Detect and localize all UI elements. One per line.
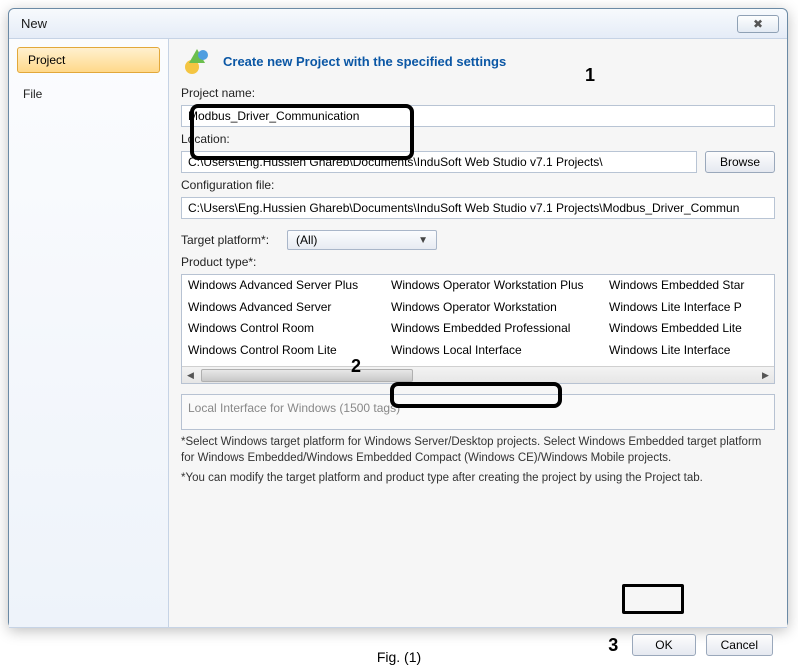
product-type-item[interactable]: Windows Embedded Professional [391,321,601,342]
sidebar-item-label: Project [28,53,65,67]
target-platform-label: Target platform*: [181,233,269,247]
location-input[interactable] [181,151,697,173]
window-title: New [21,16,47,31]
description-text: Local Interface for Windows (1500 tags) [188,401,400,415]
product-description: Local Interface for Windows (1500 tags) [181,394,775,430]
close-button[interactable]: ✖ [737,15,779,33]
browse-button[interactable]: Browse [705,151,775,173]
note-text-1: *Select Windows target platform for Wind… [181,435,775,466]
product-type-item[interactable]: Windows Embedded Lite [609,321,768,342]
product-type-label: Product type*: [181,255,775,269]
scroll-left-icon[interactable]: ◀ [182,368,199,383]
scroll-track[interactable] [199,368,757,383]
dialog-heading: Create new Project with the specified se… [181,45,775,77]
target-platform-value: (All) [296,233,317,247]
project-icon [181,45,213,77]
sidebar-item-label: File [23,87,42,101]
config-file-input[interactable] [181,197,775,219]
product-type-list: Windows Advanced Server Plus Windows Ope… [181,274,775,384]
product-type-item[interactable]: Windows Advanced Server [188,300,383,321]
titlebar: New ✖ [9,9,787,39]
product-type-item[interactable]: Windows Lite Interface P [609,300,768,321]
chevron-down-icon: ▼ [418,235,428,246]
new-project-dialog: New ✖ Project File Create new Project wi… [8,8,788,628]
sidebar-item-project[interactable]: Project [17,47,160,73]
product-type-item[interactable]: Windows Local Interface [391,343,601,364]
annotation-2: 2 [351,356,361,377]
product-type-item[interactable]: Windows Lite Interface [609,343,768,364]
project-name-input[interactable] [181,105,775,127]
product-type-item[interactable]: Windows Embedded Star [609,278,768,299]
project-name-label: Project name: [181,86,775,100]
sidebar-item-file[interactable]: File [17,83,160,105]
content-area: Create new Project with the specified se… [169,39,787,627]
note-text-2: *You can modify the target platform and … [181,471,775,487]
sidebar: Project File [9,39,169,627]
close-icon: ✖ [753,17,763,31]
product-type-item[interactable]: Windows Control Room [188,321,383,342]
product-type-item[interactable]: Windows Operator Workstation Plus [391,278,601,299]
location-label: Location: [181,132,775,146]
annotation-1: 1 [585,65,595,86]
scroll-right-icon[interactable]: ▶ [757,368,774,383]
target-platform-select[interactable]: (All) ▼ [287,230,437,250]
scroll-thumb[interactable] [201,369,413,382]
figure-caption: Fig. (1) [0,649,798,665]
product-type-item[interactable]: Windows Advanced Server Plus [188,278,383,299]
horizontal-scrollbar[interactable]: ◀ ▶ [182,366,774,383]
heading-text: Create new Project with the specified se… [223,54,506,69]
product-type-item[interactable]: Windows Operator Workstation [391,300,601,321]
config-file-label: Configuration file: [181,178,775,192]
